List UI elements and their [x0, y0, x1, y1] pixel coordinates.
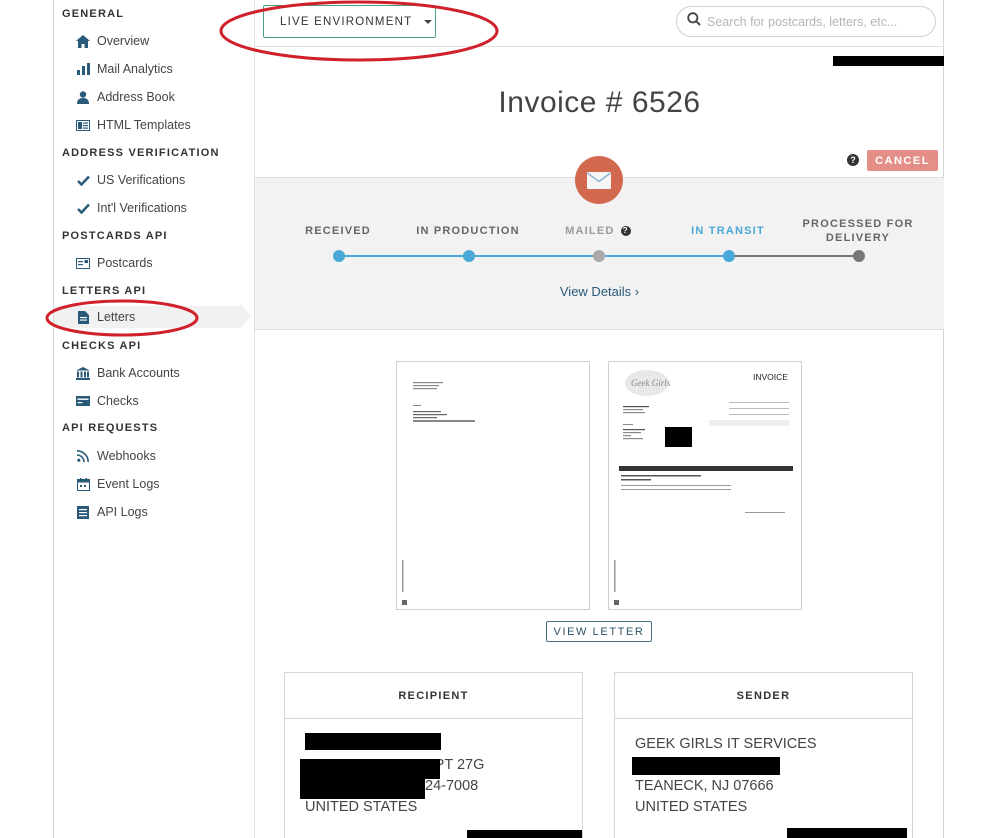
sidebar-item-address-book[interactable]: Address Book	[76, 86, 175, 108]
stage-dot-processed	[853, 250, 865, 262]
top-bar: LIVE ENVIRONMENT	[255, 0, 944, 47]
person-icon	[76, 90, 90, 104]
sidebar-item-label: Mail Analytics	[97, 62, 173, 76]
check-icon	[76, 173, 90, 187]
cancel-button[interactable]: CANCEL	[867, 150, 938, 171]
environment-label: LIVE ENVIRONMENT	[280, 15, 413, 28]
section-title-letters-api: LETTERS API	[62, 285, 147, 297]
sidebar-item-label: Event Logs	[97, 477, 160, 491]
bar-chart-icon	[76, 62, 90, 76]
sender-city-line: TEANECK, NJ 07666	[635, 778, 774, 794]
stage-dot-received	[333, 250, 345, 262]
section-title-postcards-api: POSTCARDS API	[62, 230, 168, 242]
template-icon	[76, 118, 90, 132]
sender-country: UNITED STATES	[635, 799, 748, 815]
sidebar-item-intl-verifications[interactable]: Int'l Verifications	[76, 197, 187, 219]
sidebar-item-label: Letters	[97, 310, 136, 324]
sidebar-item-us-verifications[interactable]: US Verifications	[76, 169, 185, 191]
redacted-block	[632, 757, 780, 775]
stage-processed-for-delivery: PROCESSED FOR DELIVERY	[802, 218, 914, 244]
invoice-preview-page[interactable]: Geek Girls INVOICE	[608, 361, 802, 610]
stage-received: RECEIVED	[305, 225, 371, 237]
redacted-block	[305, 733, 441, 750]
redacted-block	[665, 427, 692, 447]
stage-dot-mailed	[593, 250, 605, 262]
active-indicator-arrow	[240, 304, 252, 328]
home-icon	[76, 34, 90, 48]
search-box[interactable]	[676, 6, 936, 37]
section-title-checks-api: CHECKS API	[62, 340, 142, 352]
sidebar-item-event-logs[interactable]: Event Logs	[76, 473, 160, 495]
stage-dot-in-production	[463, 250, 475, 262]
invoice-preview-heading: INVOICE	[753, 372, 788, 382]
search-input[interactable]	[707, 14, 917, 29]
calendar-icon	[76, 477, 90, 491]
stage-in-transit: IN TRANSIT	[691, 225, 765, 237]
sidebar-item-label: HTML Templates	[97, 118, 191, 132]
sender-heading: SENDER	[615, 673, 912, 719]
sidebar-item-label: Overview	[97, 34, 150, 48]
search-icon	[687, 12, 701, 31]
redacted-block	[300, 779, 425, 799]
document-icon	[76, 310, 90, 324]
redacted-block	[300, 759, 440, 779]
stage-mailed: MAILED ?	[533, 224, 663, 238]
sidebar-item-postcards[interactable]: Postcards	[76, 252, 153, 274]
sidebar-item-label: API Logs	[97, 505, 148, 519]
sidebar: GENERAL Overview Mail Analytics Address …	[53, 0, 255, 838]
rss-icon	[76, 449, 90, 463]
postcard-icon	[76, 256, 90, 270]
help-icon[interactable]: ?	[847, 154, 859, 166]
letter-preview-page-1[interactable]	[396, 361, 590, 610]
section-title-api-requests: API REQUESTS	[62, 422, 159, 434]
sidebar-item-html-templates[interactable]: HTML Templates	[76, 114, 191, 136]
stage-label-text: MAILED	[565, 225, 615, 237]
help-icon[interactable]: ?	[620, 226, 631, 237]
recipient-address-line-2: 24-7008	[425, 778, 479, 794]
sidebar-item-label: Bank Accounts	[97, 366, 180, 380]
section-title-address-verification: ADDRESS VERIFICATION	[62, 147, 220, 159]
sidebar-item-letters[interactable]: Letters	[54, 306, 240, 328]
recipient-heading: RECIPIENT	[285, 673, 582, 719]
main-content: LIVE ENVIRONMENT Invoice # 6526 ? CANCEL…	[255, 0, 944, 838]
sidebar-item-label: Postcards	[97, 256, 153, 270]
stage-in-production: IN PRODUCTION	[416, 225, 520, 237]
check-icon	[76, 201, 90, 215]
sidebar-item-api-logs[interactable]: API Logs	[76, 501, 148, 523]
progress-track-complete	[339, 255, 729, 257]
view-letter-button[interactable]: VIEW LETTER	[546, 621, 652, 642]
stage-dot-in-transit	[723, 250, 735, 262]
recipient-country: UNITED STATES	[305, 799, 418, 815]
envelope-icon	[575, 156, 623, 204]
list-icon	[76, 505, 90, 519]
sidebar-item-overview[interactable]: Overview	[76, 30, 149, 52]
sidebar-item-label: Webhooks	[97, 449, 156, 463]
recipient-card: RECIPIENT APT 27G 24-7008 UNITED STATES	[284, 672, 583, 838]
redacted-block	[467, 830, 582, 838]
redacted-block	[833, 56, 944, 66]
logo-text: Geek Girls	[631, 378, 671, 388]
sidebar-item-label: Checks	[97, 394, 139, 408]
sidebar-item-bank-accounts[interactable]: Bank Accounts	[76, 362, 180, 384]
bank-icon	[76, 366, 90, 380]
section-title-general: GENERAL	[62, 8, 125, 20]
sender-card: SENDER GEEK GIRLS IT SERVICES TEANECK, N…	[614, 672, 913, 838]
sidebar-item-label: Address Book	[97, 90, 175, 104]
sidebar-item-label: US Verifications	[97, 173, 186, 187]
page-title: Invoice # 6526	[498, 86, 701, 119]
sidebar-item-webhooks[interactable]: Webhooks	[76, 445, 156, 467]
environment-dropdown[interactable]: LIVE ENVIRONMENT	[263, 5, 436, 38]
sidebar-item-checks[interactable]: Checks	[76, 390, 139, 412]
progress-track-pending	[729, 255, 859, 257]
sidebar-item-mail-analytics[interactable]: Mail Analytics	[76, 58, 173, 80]
sidebar-item-label: Int'l Verifications	[97, 201, 187, 215]
redacted-block	[787, 828, 907, 838]
view-details-link[interactable]: View Details ›	[255, 284, 944, 299]
check-card-icon	[76, 394, 90, 408]
sender-name: GEEK GIRLS IT SERVICES	[635, 736, 817, 752]
caret-down-icon	[424, 19, 433, 24]
